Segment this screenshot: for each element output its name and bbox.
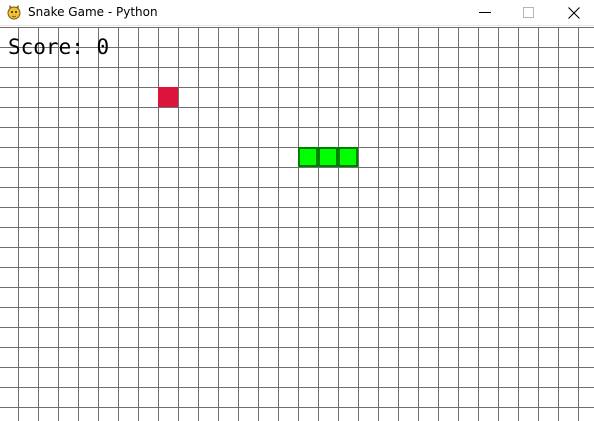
maximize-button[interactable] [506, 0, 552, 26]
window-title: Snake Game - Python [28, 5, 158, 19]
close-button[interactable] [551, 0, 594, 26]
snake-segment [298, 147, 318, 167]
game-window: Snake Game - Python Score: 0 [0, 0, 594, 421]
close-icon [568, 7, 580, 19]
snake-segment [338, 147, 358, 167]
game-grid [0, 27, 594, 421]
snake-segment [318, 147, 338, 167]
python-snake-icon [6, 4, 22, 20]
title-bar[interactable]: Snake Game - Python [0, 0, 594, 26]
score-display: Score: 0 [8, 35, 110, 59]
maximize-icon [523, 7, 534, 18]
minimize-button[interactable] [462, 0, 508, 26]
minimize-icon [479, 12, 491, 13]
game-board[interactable]: Score: 0 [0, 27, 594, 421]
food-item [158, 87, 178, 107]
